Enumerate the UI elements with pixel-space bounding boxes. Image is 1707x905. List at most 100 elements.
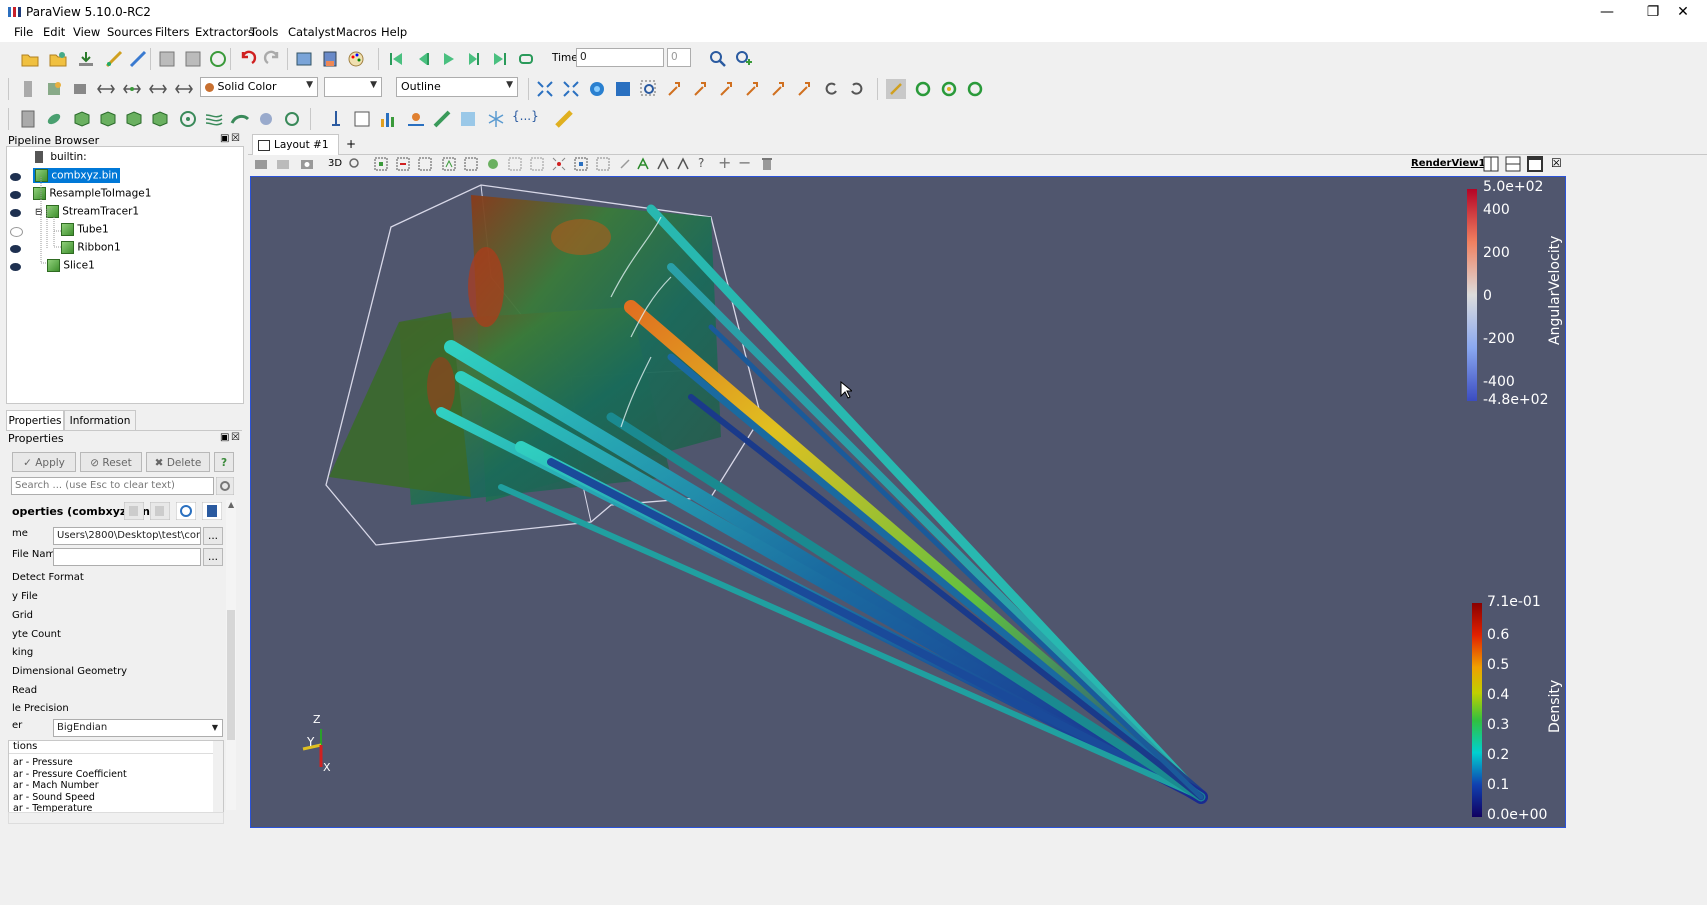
select-cells-icon[interactable]: [374, 157, 388, 171]
play-icon[interactable]: [438, 49, 458, 69]
property-detect-format[interactable]: Detect Format: [12, 572, 84, 583]
property-dimensional-geometry[interactable]: Dimensional Geometry: [12, 666, 127, 677]
next-frame-icon[interactable]: [464, 49, 484, 69]
undo-icon[interactable]: [237, 49, 257, 69]
menu-macros[interactable]: Macros: [336, 25, 377, 39]
reset-button[interactable]: ⊘ Reset: [80, 452, 142, 472]
zoom-closest-icon[interactable]: [587, 79, 607, 99]
paste-icon[interactable]: [150, 502, 170, 520]
byte-order-select[interactable]: BigEndian ▼: [53, 719, 223, 737]
pick-point-icon[interactable]: [618, 157, 632, 171]
save-defaults-icon[interactable]: [202, 502, 222, 520]
property-byte-count[interactable]: yte Count: [12, 629, 61, 640]
select-points-icon[interactable]: [396, 157, 410, 171]
menu-filters[interactable]: Filters: [155, 25, 189, 39]
property-file[interactable]: y File: [12, 591, 38, 602]
trash-icon[interactable]: [760, 157, 774, 171]
close-window-button[interactable]: ✕: [1660, 2, 1706, 22]
help-button[interactable]: ?: [214, 452, 234, 472]
interactive-select-icon[interactable]: [486, 157, 500, 171]
zoom-to-data-icon[interactable]: [561, 79, 581, 99]
file-name-2-field[interactable]: [53, 548, 201, 566]
edit-label-icon[interactable]: [656, 157, 670, 171]
query-icon[interactable]: [734, 49, 754, 69]
view-plus-y-icon[interactable]: [717, 79, 737, 99]
browse-file-button[interactable]: ...: [203, 527, 223, 545]
list-item[interactable]: ar - Sound Speed: [13, 792, 127, 804]
menu-help[interactable]: Help: [381, 25, 407, 39]
menu-edit[interactable]: Edit: [43, 25, 65, 39]
menu-extractors[interactable]: Extractors: [195, 25, 254, 39]
undock-icon[interactable]: ▣: [220, 432, 229, 443]
properties-scrollbar[interactable]: [226, 500, 236, 810]
show-center-icon[interactable]: [913, 79, 933, 99]
edit-color-map-icon[interactable]: [44, 79, 64, 99]
rescale-visible-icon[interactable]: [148, 79, 168, 99]
redo-icon[interactable]: [263, 49, 283, 69]
clip-icon[interactable]: [72, 109, 92, 129]
select-polygon-icon[interactable]: [464, 157, 478, 171]
open-file-icon[interactable]: [20, 49, 40, 69]
histogram-icon[interactable]: [378, 109, 398, 129]
redo-camera-icon[interactable]: [183, 49, 203, 69]
property-grid[interactable]: Grid: [12, 610, 33, 621]
time-step-spinbox[interactable]: 0: [667, 48, 691, 67]
save-data-icon[interactable]: [76, 49, 96, 69]
minimize-button[interactable]: —: [1584, 2, 1630, 22]
view-plus-z-icon[interactable]: [769, 79, 789, 99]
render-view[interactable]: Z Y X 5.0e+02 400 200 0 -200 -400 -4.8e+…: [250, 176, 1566, 828]
label-icon[interactable]: [636, 157, 650, 171]
functions-scrollbar[interactable]: [213, 741, 223, 813]
reset-center-icon[interactable]: [939, 79, 959, 99]
copy-icon[interactable]: [124, 502, 144, 520]
delete-button[interactable]: ✖ Delete: [146, 452, 210, 472]
remove-icon[interactable]: −: [738, 153, 751, 172]
threshold-icon[interactable]: [124, 109, 144, 129]
maximize-view-icon[interactable]: [1527, 156, 1543, 172]
save-screenshot-icon[interactable]: [276, 157, 290, 171]
render-scene[interactable]: [251, 177, 1566, 828]
menu-view[interactable]: View: [73, 25, 100, 39]
view-plus-x-icon[interactable]: [665, 79, 685, 99]
snowflake-icon[interactable]: [486, 109, 506, 129]
ruler-icon[interactable]: [554, 109, 574, 129]
plot-global-icon[interactable]: [432, 109, 452, 129]
glyph-icon[interactable]: [178, 109, 198, 129]
split-vertical-icon[interactable]: [1505, 156, 1521, 172]
group-datasets-icon[interactable]: [256, 109, 276, 129]
toggle-3d-button[interactable]: 3D: [328, 158, 342, 169]
disconnect-icon[interactable]: [128, 49, 148, 69]
save-state-icon[interactable]: [320, 49, 340, 69]
last-frame-icon[interactable]: [490, 49, 510, 69]
split-horizontal-icon[interactable]: [1483, 156, 1499, 172]
zoom-to-box-icon[interactable]: [613, 79, 633, 99]
rescale-custom-icon[interactable]: [96, 79, 116, 99]
properties-search-input[interactable]: Search ... (use Esc to clear text): [11, 477, 214, 495]
python-shell-icon[interactable]: [294, 49, 314, 69]
extract-level-icon[interactable]: [282, 109, 302, 129]
browse-file-2-button[interactable]: ...: [203, 548, 223, 566]
reset-camera-icon[interactable]: [535, 79, 555, 99]
angle-icon[interactable]: [676, 157, 690, 171]
horizontal-scrollbar[interactable]: [8, 812, 224, 824]
camera-icon[interactable]: [300, 157, 314, 171]
new-layout-tab-button[interactable]: +: [346, 137, 356, 151]
apply-button[interactable]: ✓ Apply: [12, 452, 76, 472]
property-blanking[interactable]: king: [12, 647, 33, 658]
undock-icon[interactable]: ▣: [220, 133, 229, 144]
loop-icon[interactable]: [516, 49, 536, 69]
color-palette-icon[interactable]: [346, 49, 366, 69]
menu-catalyst[interactable]: Catalyst: [288, 25, 335, 39]
menu-sources[interactable]: Sources: [107, 25, 153, 39]
query-cursor-icon[interactable]: ?: [698, 156, 704, 170]
calculator-icon[interactable]: [18, 109, 38, 129]
extract-subset-icon[interactable]: [150, 109, 170, 129]
color-by-dropdown[interactable]: Solid Color ▼: [200, 77, 318, 97]
close-panel-icon[interactable]: ☒: [231, 133, 240, 144]
view-minus-y-icon[interactable]: [743, 79, 763, 99]
capture-screenshot-icon[interactable]: [254, 157, 268, 171]
plot-data-icon[interactable]: [406, 109, 426, 129]
reset-range-icon[interactable]: [70, 79, 90, 99]
contour-icon[interactable]: [44, 109, 64, 129]
view-minus-z-icon[interactable]: [795, 79, 815, 99]
